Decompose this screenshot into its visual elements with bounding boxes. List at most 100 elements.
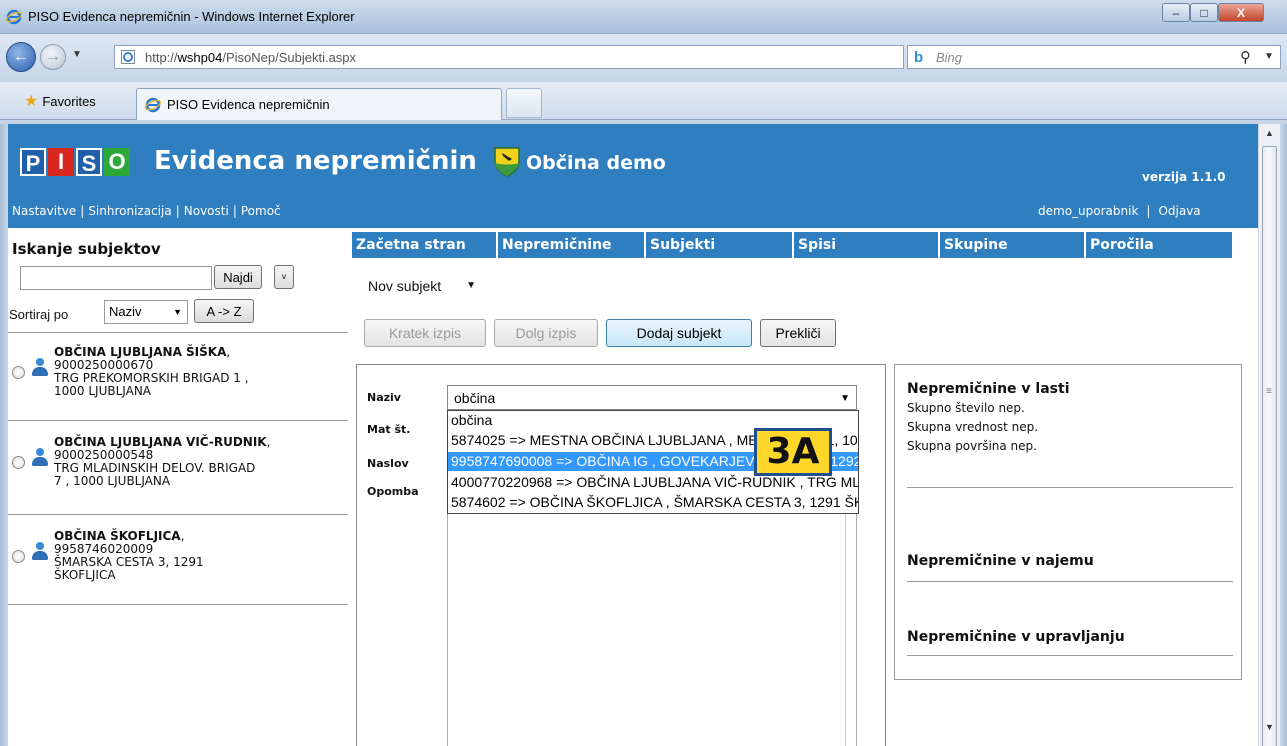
page-scrollbar[interactable]: ▲ ≡ ▼ xyxy=(1258,124,1280,746)
short-print-button[interactable]: Kratek izpis xyxy=(364,319,486,347)
logo-letter-s: S xyxy=(76,148,102,176)
tab-title: PISO Evidenca nepremičnin xyxy=(167,97,330,112)
history-dropdown-icon[interactable]: ▼ xyxy=(72,49,82,60)
subject-radio[interactable] xyxy=(12,366,25,379)
maximize-button[interactable]: □ xyxy=(1190,3,1218,22)
sort-field-select[interactable]: Naziv ▼ xyxy=(104,300,188,324)
new-item-value: Nov subjekt xyxy=(368,278,442,294)
new-item-select[interactable]: Nov subjekt ▼ xyxy=(362,272,480,300)
scroll-up-icon[interactable]: ▲ xyxy=(1265,128,1274,138)
close-button[interactable]: X xyxy=(1218,3,1264,22)
person-icon xyxy=(32,358,48,380)
forward-button[interactable]: → xyxy=(40,44,66,70)
top-nav-links: Nastavitve | Sinhronizacija | Novosti | Pomoč xyxy=(12,204,281,218)
scroll-down-icon[interactable]: ▼ xyxy=(1265,722,1274,732)
step-badge: 3A xyxy=(754,428,832,476)
scrollbar-thumb[interactable] xyxy=(1262,146,1277,746)
tab-zacetna-stran[interactable]: Začetna stran xyxy=(352,232,496,258)
separator: | xyxy=(175,204,180,218)
piso-logo: P I S O xyxy=(20,148,130,176)
tab-skupine[interactable]: Skupine xyxy=(940,232,1084,258)
divider xyxy=(8,604,348,605)
owned-area-label: Skupna površina nep. xyxy=(907,439,1037,453)
subject-details: OBČINA LJUBLJANA ŠIŠKA, 9000250000670 TR… xyxy=(54,345,249,398)
search-input[interactable]: b Bing ⚲ ▼ xyxy=(907,45,1281,69)
mat-label: Mat št. xyxy=(367,423,411,436)
favorites-button[interactable]: ★ Favorites xyxy=(24,90,96,112)
expand-options-button[interactable]: ˅ xyxy=(274,265,294,289)
municipality-crest-icon xyxy=(494,147,520,177)
app-title: Evidenca nepremičnin xyxy=(154,146,477,176)
back-arrow-icon: ← xyxy=(13,48,29,65)
username-link[interactable]: demo_uporabnik xyxy=(1038,204,1138,218)
add-subject-button[interactable]: Dodaj subjekt xyxy=(606,319,752,347)
naziv-combobox[interactable]: občina ▼ xyxy=(447,385,857,410)
find-button[interactable]: Najdi xyxy=(214,265,262,289)
search-dropdown-icon[interactable]: ▼ xyxy=(1264,51,1274,62)
divider xyxy=(907,487,1233,488)
link-sinhronizacija[interactable]: Sinhronizacija xyxy=(88,204,171,218)
autocomplete-option[interactable]: 5874602 => OBČINA ŠKOFLJICA , ŠMARSKA CE… xyxy=(448,493,858,512)
tab-porocila[interactable]: Poročila xyxy=(1086,232,1232,258)
tab-subjekti[interactable]: Subjekti xyxy=(646,232,792,258)
subject-details: OBČINA ŠKOFLJICA, 9958746020009 ŠMARSKA … xyxy=(54,529,204,582)
opomba-textarea[interactable] xyxy=(447,490,857,746)
rented-heading: Nepremičnine v najemu xyxy=(907,553,1094,569)
bing-icon: b xyxy=(914,49,924,66)
subject-name: OBČINA LJUBLJANA VIČ-RUDNIK xyxy=(54,435,267,449)
minimize-button[interactable]: – xyxy=(1162,3,1190,22)
star-icon: ★ xyxy=(24,93,39,110)
naslov-label: Naslov xyxy=(367,457,409,470)
search-placeholder: Bing xyxy=(936,50,963,65)
logout-link[interactable]: Odjava xyxy=(1158,204,1200,218)
page-viewport: P I S O Evidenca nepremičnin Občina demo… xyxy=(8,124,1258,746)
divider xyxy=(907,655,1233,656)
page-ie-icon xyxy=(121,50,135,64)
window-title-bar: PISO Evidenca nepremičnin - Windows Inte… xyxy=(0,0,1287,34)
subject-radio[interactable] xyxy=(12,550,25,563)
sort-direction-button[interactable]: A -> Z xyxy=(194,299,254,323)
subject-address: 1000 LJUBLJANA xyxy=(54,384,152,398)
owned-heading: Nepremičnine v lasti xyxy=(907,381,1070,397)
chevron-down-icon: ▼ xyxy=(173,307,182,317)
new-tab-button[interactable] xyxy=(506,88,542,118)
separator: | xyxy=(1146,204,1151,218)
sort-field-value: Naziv xyxy=(109,304,142,319)
favorites-bar: ★ Favorites PISO Evidenca nepremičnin xyxy=(0,82,1287,120)
owned-count-label: Skupno število nep. xyxy=(907,401,1025,415)
url-text: http://wshp04/PisoNep/Subjekti.aspx xyxy=(145,50,357,65)
naziv-label: Naziv xyxy=(367,391,401,404)
separator: | xyxy=(80,204,85,218)
naziv-value: občina xyxy=(454,390,496,406)
user-links: demo_uporabnik | Odjava xyxy=(1038,204,1201,218)
search-icon[interactable]: ⚲ xyxy=(1240,48,1251,66)
divider xyxy=(8,514,348,515)
tab-spisi[interactable]: Spisi xyxy=(794,232,938,258)
divider xyxy=(8,332,348,333)
subject-name: OBČINA LJUBLJANA ŠIŠKA xyxy=(54,345,227,359)
browser-tab-active[interactable]: PISO Evidenca nepremičnin xyxy=(136,88,502,120)
municipality-name: Občina demo xyxy=(526,152,666,174)
cancel-button[interactable]: Prekliči xyxy=(760,319,836,347)
subject-address: ŠKOFLJICA xyxy=(54,568,116,582)
person-icon xyxy=(32,448,48,470)
logo-letter-o: O xyxy=(104,148,130,176)
subject-radio[interactable] xyxy=(12,456,25,469)
link-novosti[interactable]: Novosti xyxy=(184,204,229,218)
address-field[interactable]: http://wshp04/PisoNep/Subjekti.aspx ▼ ⇆ … xyxy=(114,45,1005,69)
scroll-grip-icon: ≡ xyxy=(1266,386,1272,397)
forward-arrow-icon: → xyxy=(45,48,61,65)
link-nastavitve[interactable]: Nastavitve xyxy=(12,204,76,218)
window-title: PISO Evidenca nepremičnin - Windows Inte… xyxy=(28,9,355,24)
back-button[interactable]: ← xyxy=(6,42,36,72)
sort-label: Sortiraj po xyxy=(9,307,69,322)
version-label: verzija 1.1.0 xyxy=(1142,170,1226,184)
separator: | xyxy=(232,204,237,218)
long-print-button[interactable]: Dolg izpis xyxy=(494,319,598,347)
search-panel-heading: Iskanje subjektov xyxy=(12,240,161,258)
link-pomoc[interactable]: Pomoč xyxy=(241,204,281,218)
subject-search-input[interactable] xyxy=(20,266,212,290)
tab-nepremicnine[interactable]: Nepremičnine xyxy=(498,232,644,258)
subject-search-panel: Iskanje subjektov Najdi ˅ Sortiraj po Na… xyxy=(8,228,348,746)
window-frame-left xyxy=(0,124,8,746)
